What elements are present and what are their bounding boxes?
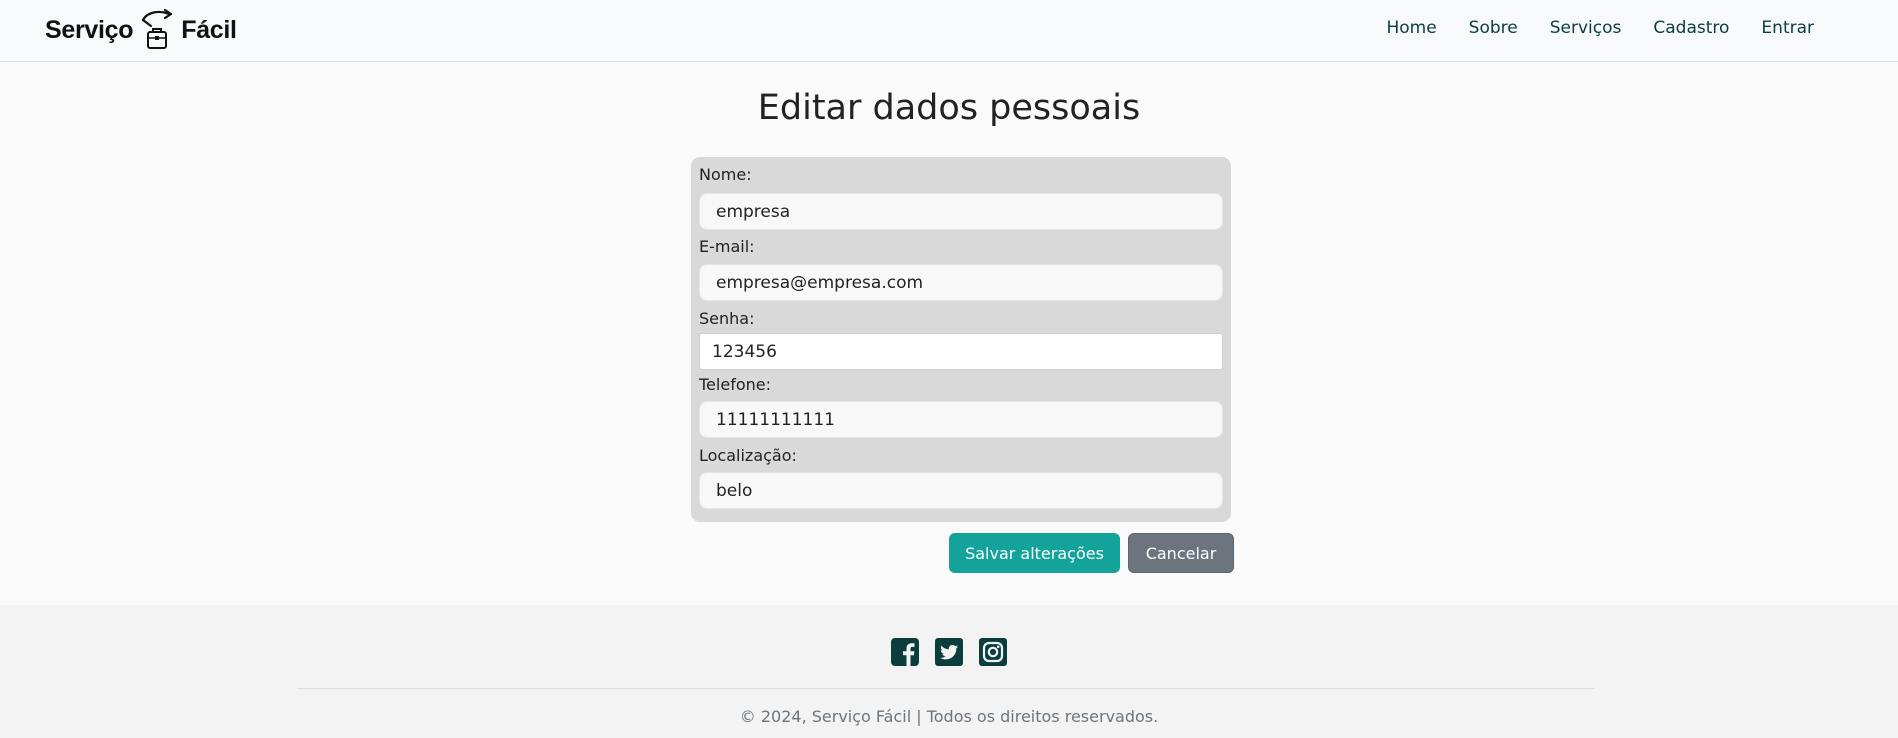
email-label: E-mail: (699, 237, 755, 256)
brand-name-left: Serviço (45, 15, 134, 44)
main-nav: Home Sobre Serviços Cadastro Entrar (1370, 16, 1830, 40)
nav-link-home[interactable]: Home (1370, 16, 1452, 40)
instagram-icon[interactable] (979, 638, 1007, 666)
password-label: Senha: (699, 309, 755, 328)
footer: © 2024, Serviço Fácil | Todos os direito… (0, 605, 1898, 738)
location-input[interactable] (699, 472, 1223, 509)
nav-link-servicos[interactable]: Serviços (1534, 16, 1638, 40)
cancel-button[interactable]: Cancelar (1128, 533, 1234, 573)
email-input[interactable] (699, 264, 1223, 301)
phone-input[interactable] (699, 401, 1223, 438)
navbar: Serviço Fácil Home Sobre Serviços Cadast… (0, 0, 1898, 62)
facebook-icon[interactable] (891, 638, 919, 666)
nav-link-entrar[interactable]: Entrar (1745, 16, 1830, 40)
name-input[interactable] (699, 193, 1223, 230)
password-input[interactable] (699, 333, 1223, 370)
nav-link-sobre[interactable]: Sobre (1453, 16, 1534, 40)
social-links (0, 638, 1898, 666)
briefcase-arrow-logo-icon (142, 8, 173, 49)
brand-logo-link[interactable]: Serviço Fácil (45, 8, 237, 52)
location-label: Localização: (699, 446, 797, 465)
twitter-icon[interactable] (935, 638, 963, 666)
copyright-text: © 2024, Serviço Fácil | Todos os direito… (739, 707, 1159, 726)
name-label: Nome: (699, 165, 752, 184)
nav-link-cadastro[interactable]: Cadastro (1637, 16, 1745, 40)
edit-profile-form: Nome: E-mail: Senha: Telefone: Localizaç… (691, 157, 1231, 522)
save-changes-button[interactable]: Salvar alterações (949, 533, 1120, 573)
footer-divider (297, 688, 1594, 689)
brand-name-right: Fácil (181, 15, 237, 44)
page-title: Editar dados pessoais (757, 88, 1141, 128)
phone-label: Telefone: (699, 375, 771, 394)
